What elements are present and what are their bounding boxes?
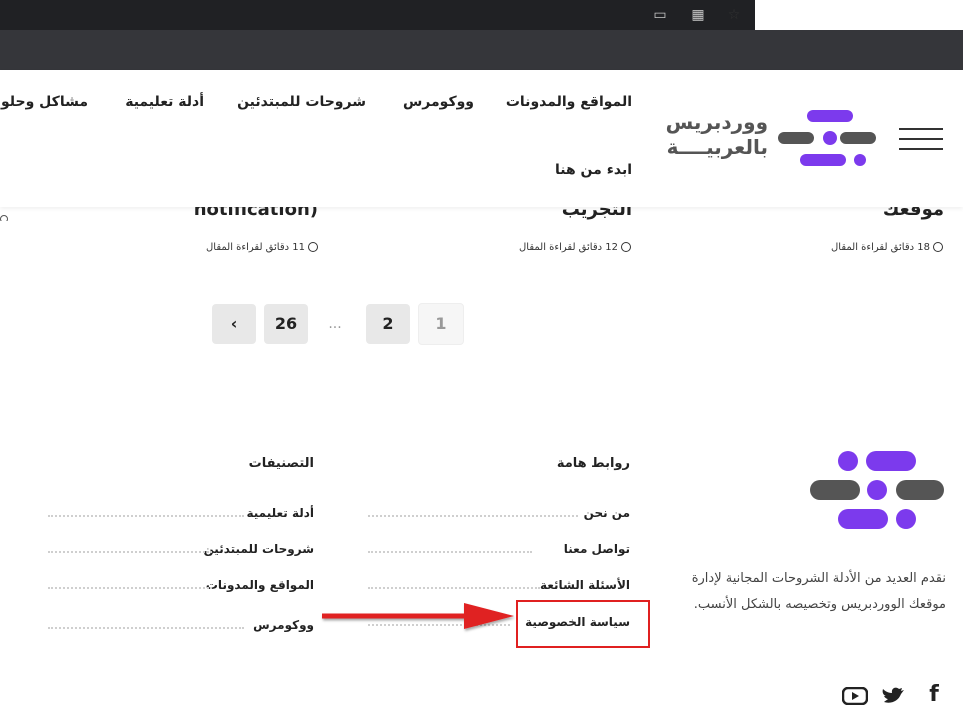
bookmark-star-icon[interactable]: ☆ <box>725 6 743 24</box>
nav-item-beginners[interactable]: شروحات للمبتدئين <box>236 94 366 110</box>
card-title[interactable]: (notification <box>150 207 318 220</box>
browser-omnibox-right <box>755 0 963 34</box>
card-meta: 18 دقائق لقراءة المقال <box>800 242 943 253</box>
site-logo-icon[interactable] <box>778 110 876 166</box>
clock-icon <box>308 242 318 252</box>
browser-toolbar <box>0 30 963 70</box>
leader-dots <box>48 515 244 517</box>
leader-dots <box>48 627 244 629</box>
nav-item-start-here[interactable]: ابدء من هنا <box>540 162 632 178</box>
extensions-icon[interactable]: ▦ <box>689 6 707 24</box>
nav-item-sites-blogs[interactable]: المواقع والمدونات <box>506 94 632 110</box>
nav-item-problems[interactable]: مشاكل وحلول <box>0 94 88 110</box>
leader-dots <box>48 551 212 553</box>
leader-dots <box>48 587 212 589</box>
footer-description: نقدم العديد من الأدلة الشروحات المجانية … <box>691 571 946 612</box>
annotation-arrow-icon <box>322 603 514 629</box>
leader-dots <box>368 515 578 517</box>
logo-text-line1[interactable]: ووردبريس <box>666 110 768 134</box>
footer-heading-important-links: روابط هامة <box>556 456 630 471</box>
pagination-current: 1 <box>418 303 464 345</box>
footer-heading-categories: التصنيفات <box>248 456 314 471</box>
leader-dots <box>368 587 540 589</box>
card-meta: 12 دقائق لقراءة المقال <box>490 242 631 253</box>
footer-category-woocommerce[interactable]: ووكومرس <box>214 618 314 632</box>
card-title[interactable]: موقعك <box>840 207 944 220</box>
clock-icon <box>621 242 631 252</box>
nav-item-woocommerce[interactable]: ووكومرس <box>398 94 474 110</box>
clock-icon <box>933 242 943 252</box>
hamburger-menu-icon[interactable] <box>899 128 943 150</box>
nav-item-tutorials[interactable]: أدلة تعليمية <box>120 94 204 110</box>
pagination-page-2[interactable]: 2 <box>366 304 410 344</box>
footer-category-beginners[interactable]: شروحات للمبتدئين <box>174 542 315 556</box>
footer-link-about[interactable]: من نحن <box>540 506 630 520</box>
footer-link-faq[interactable]: الأسئلة الشائعة <box>520 578 630 592</box>
footer-category-sites-blogs[interactable]: المواقع والمدونات <box>174 578 314 592</box>
clock-icon <box>0 215 8 221</box>
cast-icon[interactable]: ▭ <box>651 6 669 24</box>
footer-logo-icon <box>810 451 944 529</box>
pagination-next-arrow-icon[interactable]: ‹ <box>212 304 256 344</box>
youtube-icon[interactable] <box>842 687 868 705</box>
card-meta: 11 دقائق لقراءة المقال <box>178 242 318 253</box>
twitter-icon[interactable] <box>882 686 906 706</box>
footer-category-tutorials[interactable]: أدلة تعليمية <box>204 506 314 520</box>
footer-link-contact[interactable]: تواصل معنا <box>520 542 630 556</box>
facebook-icon[interactable]: f <box>924 684 944 706</box>
leader-dots <box>368 551 532 553</box>
annotation-highlight-box <box>516 600 650 648</box>
cards-title-strip: موقعك التجريب (notification <box>0 207 963 221</box>
logo-text-line2[interactable]: بالعربيــــة <box>667 135 768 159</box>
pagination-ellipsis: ... <box>328 316 342 332</box>
pagination-last-page[interactable]: 26 <box>264 304 308 344</box>
card-title[interactable]: التجريب <box>520 207 632 220</box>
